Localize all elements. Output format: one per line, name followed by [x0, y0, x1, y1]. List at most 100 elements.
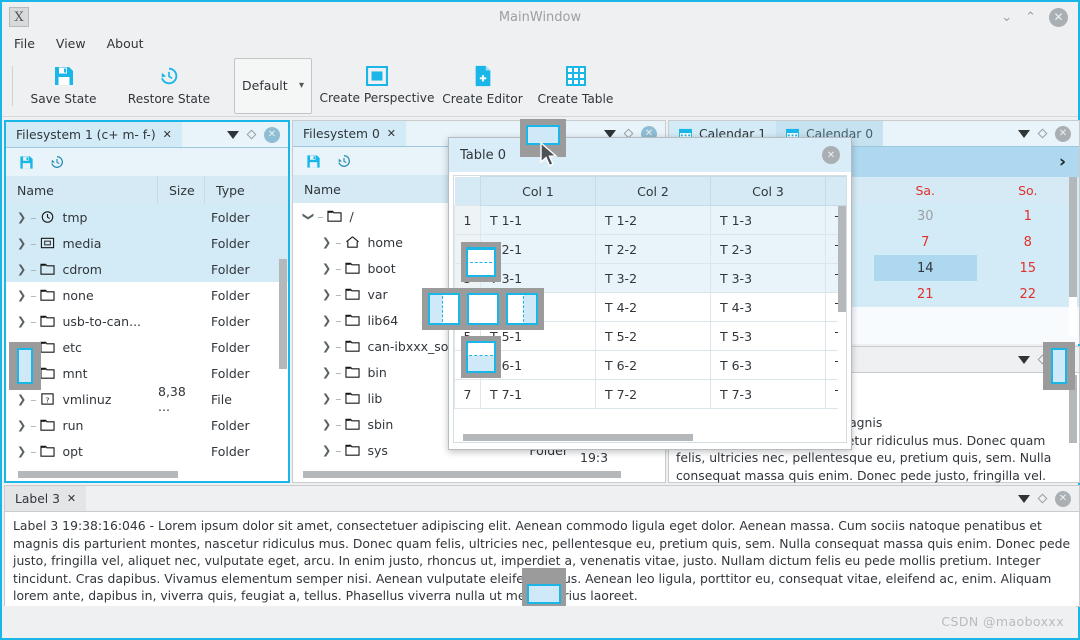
close-icon[interactable]: ✕ — [1049, 8, 1068, 27]
table-cell[interactable]: T 7-1 — [481, 380, 596, 409]
table-row[interactable]: ❯–cdromFolder — [6, 256, 288, 282]
table-cell[interactable]: T 2-3 — [711, 235, 826, 264]
calendar-day[interactable]: 14 — [874, 255, 977, 281]
calendar-day[interactable]: 21 — [874, 281, 977, 307]
calendar-day[interactable]: 7 — [874, 229, 977, 255]
restore-state-button[interactable]: Restore State — [110, 57, 228, 115]
table-cell[interactable]: T 6-2 — [596, 351, 711, 380]
table-row[interactable]: 6T 6-1T 6-2T 6-3T 6-4 — [455, 351, 848, 380]
table-cell[interactable]: T 1-2 — [596, 206, 711, 235]
table-cell[interactable]: T 7-3 — [711, 380, 826, 409]
expand-chevron-icon[interactable]: ❯ — [322, 262, 331, 275]
table-0-vscrollbar[interactable] — [838, 206, 846, 436]
undock-icon[interactable] — [1038, 129, 1048, 139]
restore-clock-icon[interactable] — [49, 154, 65, 170]
table-cell[interactable]: T 5-2 — [596, 322, 711, 351]
calendar-day[interactable]: 1 — [977, 203, 1080, 229]
table-row[interactable]: ❯–etcFolder — [6, 334, 288, 360]
calendar-vscrollbar[interactable] — [1069, 177, 1077, 337]
table-cell[interactable]: T 2-2 — [596, 235, 711, 264]
calendar-next-icon[interactable]: › — [1059, 152, 1066, 172]
right-text-vscrollbar[interactable] — [1069, 375, 1077, 481]
dock-outer-bottom-indicator[interactable] — [522, 568, 566, 608]
menu-item-view[interactable]: View — [56, 36, 86, 51]
column-header-type[interactable]: Type — [205, 176, 268, 204]
panel-close-icon[interactable]: ✕ — [264, 127, 280, 143]
filesystem-0-hscrollbar[interactable] — [303, 471, 653, 479]
table-cell[interactable]: T 3-2 — [596, 264, 711, 293]
tab-filesystem-1[interactable]: Filesystem 1 (c+ m- f-) ✕ — [6, 122, 182, 147]
dock-top-indicator[interactable] — [461, 242, 501, 282]
create-table-button[interactable]: Create Table — [529, 57, 622, 115]
filesystem-1-hscrollbar[interactable] — [18, 471, 280, 479]
expand-chevron-icon[interactable]: ❯ — [17, 289, 26, 302]
tab-filesystem-0[interactable]: Filesystem 0 ✕ — [293, 121, 406, 146]
save-icon[interactable] — [19, 155, 34, 170]
table-row[interactable]: ❯–mediaFolder — [6, 230, 288, 256]
expand-chevron-icon[interactable]: ❯ — [17, 263, 26, 276]
expand-chevron-icon[interactable]: ❯ — [17, 315, 26, 328]
undock-icon[interactable] — [247, 130, 257, 140]
calendar-day[interactable]: 30 — [874, 203, 977, 229]
expand-chevron-icon[interactable]: ❯ — [322, 314, 331, 327]
table-0-hscrollbar[interactable] — [463, 434, 839, 442]
perspective-select[interactable]: Default ▾ — [234, 58, 312, 114]
expand-chevron-icon[interactable]: ❯ — [322, 340, 331, 353]
table-cell[interactable]: T 1-1 — [481, 206, 596, 235]
calendar-day[interactable]: 15 — [977, 255, 1080, 281]
restore-clock-icon[interactable] — [336, 153, 352, 169]
expand-chevron-icon[interactable]: ❯ — [322, 392, 331, 405]
dock-right-indicator[interactable] — [506, 293, 538, 325]
tab-menu-icon[interactable] — [227, 131, 239, 139]
table-cell[interactable]: T 1-3 — [711, 206, 826, 235]
maximize-icon[interactable]: ⌃ — [1025, 11, 1036, 24]
minimize-icon[interactable]: ⌄ — [1001, 11, 1012, 24]
table-row[interactable]: ❯–?vmlinuz8,38 ...File — [6, 386, 288, 412]
table-row[interactable]: 2T 2-1T 2-2T 2-3T 2-4 — [455, 235, 848, 264]
tab-label-3[interactable]: Label 3 ✕ — [5, 486, 86, 511]
table-cell[interactable]: T 7-2 — [596, 380, 711, 409]
create-perspective-button[interactable]: Create Perspective — [318, 57, 436, 115]
table-cell[interactable]: T 4-3 — [711, 293, 826, 322]
expand-chevron-icon[interactable]: ❯ — [322, 288, 331, 301]
table-row[interactable]: 7T 7-1T 7-2T 7-3T 7-4 — [455, 380, 848, 409]
table-row[interactable]: 1T 1-1T 1-2T 1-3T 1-4 — [455, 206, 848, 235]
undock-icon[interactable] — [1038, 494, 1048, 504]
table-cell[interactable]: T 5-3 — [711, 322, 826, 351]
calendar-day[interactable]: 22 — [977, 281, 1080, 307]
expand-chevron-icon[interactable]: ❯ — [17, 419, 26, 432]
create-editor-button[interactable]: Create Editor — [436, 57, 529, 115]
dock-outer-left-indicator[interactable] — [9, 342, 41, 390]
dock-left-indicator[interactable] — [428, 293, 460, 325]
column-header-name[interactable]: Name — [6, 176, 158, 204]
expand-chevron-icon[interactable]: ❯ — [302, 211, 315, 220]
menu-item-about[interactable]: About — [107, 36, 144, 51]
table-0-titlebar[interactable]: Table 0 ✕ — [449, 138, 851, 172]
table-row[interactable]: ❯–tmpFolder — [6, 204, 288, 230]
tab-close-icon[interactable]: ✕ — [67, 492, 76, 505]
table-row[interactable]: ❯–runFolder — [6, 412, 288, 438]
save-state-button[interactable]: Save State — [17, 57, 110, 115]
column-header-size[interactable]: Size — [158, 176, 205, 204]
table-column-header[interactable]: Col 2 — [596, 177, 711, 206]
tab-menu-icon[interactable] — [1018, 130, 1030, 138]
table-column-header[interactable]: Col 3 — [711, 177, 826, 206]
table-cell[interactable]: T 3-3 — [711, 264, 826, 293]
expand-chevron-icon[interactable]: ❯ — [322, 236, 331, 249]
table-0-close-icon[interactable]: ✕ — [822, 146, 840, 164]
table-row[interactable]: ❯–usb-to-can...Folder — [6, 308, 288, 334]
panel-close-icon[interactable]: ✕ — [1055, 491, 1071, 507]
table-row[interactable]: ❯–noneFolder — [6, 282, 288, 308]
panel-close-icon[interactable]: ✕ — [1055, 126, 1071, 142]
table-row[interactable]: ❯–optFolder — [6, 438, 288, 464]
expand-chevron-icon[interactable]: ❯ — [322, 418, 331, 431]
expand-chevron-icon[interactable]: ❯ — [17, 211, 26, 224]
tab-menu-icon[interactable] — [1018, 356, 1030, 364]
table-row[interactable]: ❯–mntFolder — [6, 360, 288, 386]
calendar-day[interactable]: 8 — [977, 229, 1080, 255]
table-column-header[interactable]: Col 1 — [481, 177, 596, 206]
tab-close-icon[interactable]: ✕ — [163, 128, 172, 141]
dock-bottom-indicator[interactable] — [461, 336, 501, 378]
table-column-header[interactable]: Co — [826, 177, 848, 206]
save-icon[interactable] — [306, 154, 321, 169]
